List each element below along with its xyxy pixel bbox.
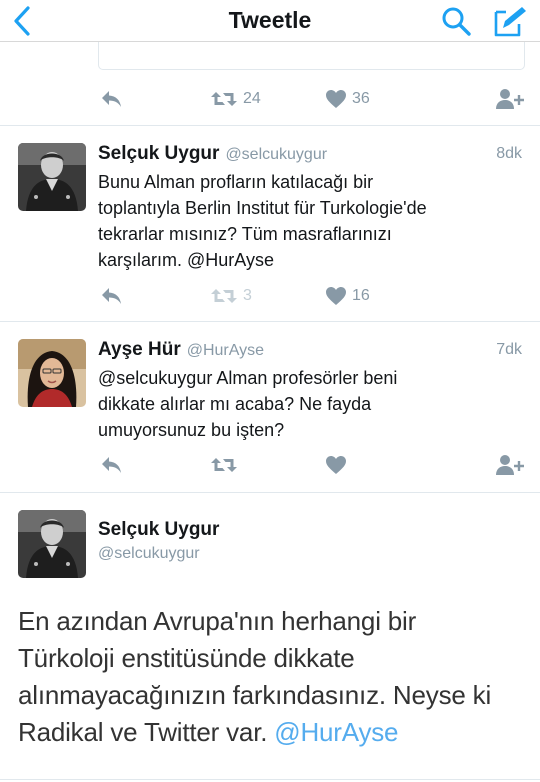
tweet-text-line: @selcukuygur Alman profesörler beni	[98, 368, 398, 388]
retweet-count: 24	[243, 90, 261, 107]
reply-icon[interactable]	[100, 283, 124, 309]
retweet-button[interactable]: 3	[210, 283, 252, 309]
tweet-text-line: Radikal ve Twitter var.	[18, 717, 275, 747]
search-icon[interactable]	[440, 5, 472, 37]
author-name[interactable]: Ayşe Hür	[98, 339, 181, 360]
retweet-count: 3	[243, 287, 252, 304]
tweet-text-line: Bunu Alman profların katılacağı bir	[98, 172, 374, 192]
avatar[interactable]	[18, 143, 86, 211]
mention-link[interactable]: @HurAyse	[274, 717, 398, 747]
author-handle[interactable]: @HurAyse	[187, 342, 264, 359]
quoted-card[interactable]	[98, 42, 525, 70]
heart-icon	[326, 90, 346, 108]
avatar[interactable]	[18, 339, 86, 407]
like-count: 36	[352, 90, 370, 107]
follow-user-icon[interactable]	[495, 452, 525, 478]
retweet-icon[interactable]	[210, 452, 238, 478]
navigation-bar: Tweetle	[0, 0, 540, 42]
reply-icon[interactable]	[100, 452, 124, 478]
avatar[interactable]	[18, 510, 86, 578]
tweet-text-line: toplantıyla Berlin Institut für Turkolog…	[98, 198, 427, 218]
heart-icon	[326, 287, 346, 305]
tweet-text-line: karşılarım. @HurAyse	[98, 250, 274, 270]
tweet-detail: Selçuk Uygur @selcukuygur En azından Avr…	[0, 493, 540, 782]
tweet-text-line: tekrarlar mısınız? Tüm masraflarınızı	[98, 224, 392, 244]
tweet-text-line: En azından Avrupa'nın herhangi bir	[18, 606, 417, 636]
retweet-icon	[211, 92, 237, 106]
tweet-actions: 24 36	[100, 86, 530, 112]
tweet-text-line: dikkate alırlar mı acaba? Ne fayda	[98, 394, 372, 414]
tweet-actions	[100, 452, 530, 478]
tweet-text-line: Türkoloji enstitüsünde dikkate	[18, 643, 355, 673]
author-name[interactable]: Selçuk Uygur	[98, 519, 219, 541]
tweet-header: Selçuk Uygur @selcukuygur 8dk	[98, 143, 522, 167]
reply-icon[interactable]	[100, 86, 124, 112]
tweet-text: Bunu Alman profların katılacağı bir topl…	[98, 169, 518, 273]
divider	[0, 779, 540, 780]
timestamp: 7dk	[496, 341, 522, 358]
retweet-button[interactable]: 24	[210, 86, 261, 112]
heart-icon[interactable]	[325, 452, 347, 478]
tweet-header: Ayşe Hür @HurAyse 7dk	[98, 339, 522, 363]
author-handle[interactable]: @selcukuygur	[98, 545, 200, 563]
tweet-actions: 3 16	[100, 283, 530, 309]
tweet-text-line: alınmayacağınızın farkındasınız. Neyse k…	[18, 680, 492, 710]
tweet-text-line: umuyorsunuz bu işten?	[98, 420, 285, 440]
tweet-text: @selcukuygur Alman profesörler beni dikk…	[98, 365, 518, 443]
like-button[interactable]: 16	[325, 283, 370, 309]
like-count: 16	[352, 287, 370, 304]
tweet-text: En azından Avrupa'nın herhangi bir Türko…	[18, 603, 523, 751]
timestamp: 8dk	[496, 145, 522, 162]
author-name[interactable]: Selçuk Uygur	[98, 143, 219, 164]
retweet-icon	[211, 289, 237, 303]
like-button[interactable]: 36	[325, 86, 370, 112]
follow-user-icon[interactable]	[495, 86, 525, 112]
compose-icon[interactable]	[492, 4, 528, 38]
author-handle[interactable]: @selcukuygur	[225, 146, 327, 163]
